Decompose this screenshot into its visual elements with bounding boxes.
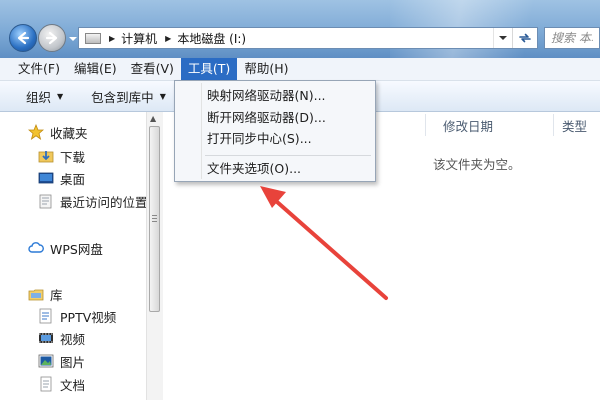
chevron-down-icon [499,36,507,40]
menu-file[interactable]: 文件(F) [11,58,67,80]
breadcrumb-local-disk[interactable]: 本地磁盘 (I:) [177,30,246,47]
forward-button[interactable] [38,24,66,52]
cloud-icon [28,240,44,256]
document-icon [38,308,54,324]
nav-item-label: 最近访问的位置 [60,194,148,210]
title-bar: ▶ 计算机 ▶ 本地磁盘 (I:) [0,0,600,58]
back-arrow-icon [17,31,30,45]
refresh-button[interactable] [512,28,537,48]
nav-wps-label: WPS网盘 [50,241,103,257]
nav-item-pptv-video[interactable]: PPTV视频 [38,306,116,326]
scroll-up-icon[interactable]: ▲ [150,114,156,123]
nav-item-recent-places[interactable]: 最近访问的位置 [38,191,148,211]
menu-edit[interactable]: 编辑(E) [67,58,124,80]
nav-item-label: PPTV视频 [60,309,117,325]
nav-item-label: 下载 [60,149,86,165]
nav-favorites-label: 收藏夹 [50,125,88,141]
desktop-icon [38,170,54,186]
menu-view[interactable]: 查看(V) [124,58,181,80]
menu-item-disconnect-network-drive[interactable]: 断开网络驱动器(D)... [207,108,326,128]
nav-item-label: 图片 [60,354,86,370]
include-in-library-label: 包含到库中 [91,89,154,105]
nav-wps-cloud[interactable]: WPS网盘 [28,238,103,258]
forward-arrow-icon [45,31,58,45]
pictures-icon [38,353,54,369]
back-button[interactable] [9,24,37,52]
nav-libraries[interactable]: 库 [28,284,63,304]
navigation-pane: 收藏夹 下载 桌面 最近访问的位置 WPS网盘 库 PPTV视频 视频 图片 文… [0,112,163,400]
tools-menu-dropdown: 映射网络驱动器(N)... 断开网络驱动器(D)... 打开同步中心(S)...… [174,80,376,182]
chevron-down-icon: ▼ [57,91,64,101]
column-header-type[interactable]: 类型 [562,116,587,135]
refresh-icon [519,33,531,43]
downloads-folder-icon [38,148,54,164]
star-icon [27,123,45,140]
menu-item-open-sync-center[interactable]: 打开同步中心(S)... [207,129,312,149]
search-box[interactable] [544,27,600,49]
thumb-grip-line [152,221,157,222]
library-icon [28,286,44,302]
documents-icon [38,376,54,392]
nav-item-downloads[interactable]: 下载 [38,146,85,166]
organize-button[interactable]: 组织 ▼ [0,87,73,106]
nav-item-label: 文档 [60,377,86,393]
nav-libraries-label: 库 [50,287,63,303]
address-dropdown-button[interactable] [493,28,512,48]
menu-separator [205,155,371,156]
menu-item-map-network-drive[interactable]: 映射网络驱动器(N)... [207,86,326,106]
recent-places-icon [38,193,54,209]
menu-icon-gutter [201,83,202,179]
menu-tools[interactable]: 工具(T) [180,58,238,80]
nav-item-videos[interactable]: 视频 [38,328,85,348]
menu-item-folder-options[interactable]: 文件夹选项(O)... [207,159,301,179]
empty-folder-message: 该文件夹为空。 [433,157,521,172]
drive-icon [85,32,101,44]
history-dropdown-icon[interactable] [68,34,78,44]
thumb-grip-line [152,218,157,219]
menu-bar: 文件(F) 编辑(E) 查看(V) 工具(T) 帮助(H) [0,58,600,81]
search-input[interactable] [545,28,599,48]
column-divider[interactable] [425,114,426,136]
address-bar[interactable]: ▶ 计算机 ▶ 本地磁盘 (I:) [78,27,538,49]
nav-item-desktop[interactable]: 桌面 [38,168,85,188]
menu-help[interactable]: 帮助(H) [237,58,295,80]
breadcrumb-separator-icon[interactable]: ▶ [165,34,171,43]
scrollbar-thumb[interactable] [149,126,160,312]
nav-item-documents[interactable]: 文档 [38,374,85,394]
include-in-library-button[interactable]: 包含到库中 ▼ [73,87,176,106]
column-header-date-modified[interactable]: 修改日期 [443,116,493,135]
breadcrumb-computer[interactable]: 计算机 [121,30,157,47]
navigation-scrollbar[interactable]: ▲ [146,112,163,400]
thumb-grip-line [152,215,157,216]
nav-item-label: 视频 [60,331,86,347]
organize-label: 组织 [26,89,52,105]
nav-favorites[interactable]: 收藏夹 [27,122,88,142]
nav-item-pictures[interactable]: 图片 [38,351,85,371]
column-divider[interactable] [553,114,554,136]
video-icon [38,330,54,346]
breadcrumb-separator-icon[interactable]: ▶ [109,34,115,43]
chevron-down-icon: ▼ [159,91,166,101]
nav-item-label: 桌面 [60,171,86,187]
